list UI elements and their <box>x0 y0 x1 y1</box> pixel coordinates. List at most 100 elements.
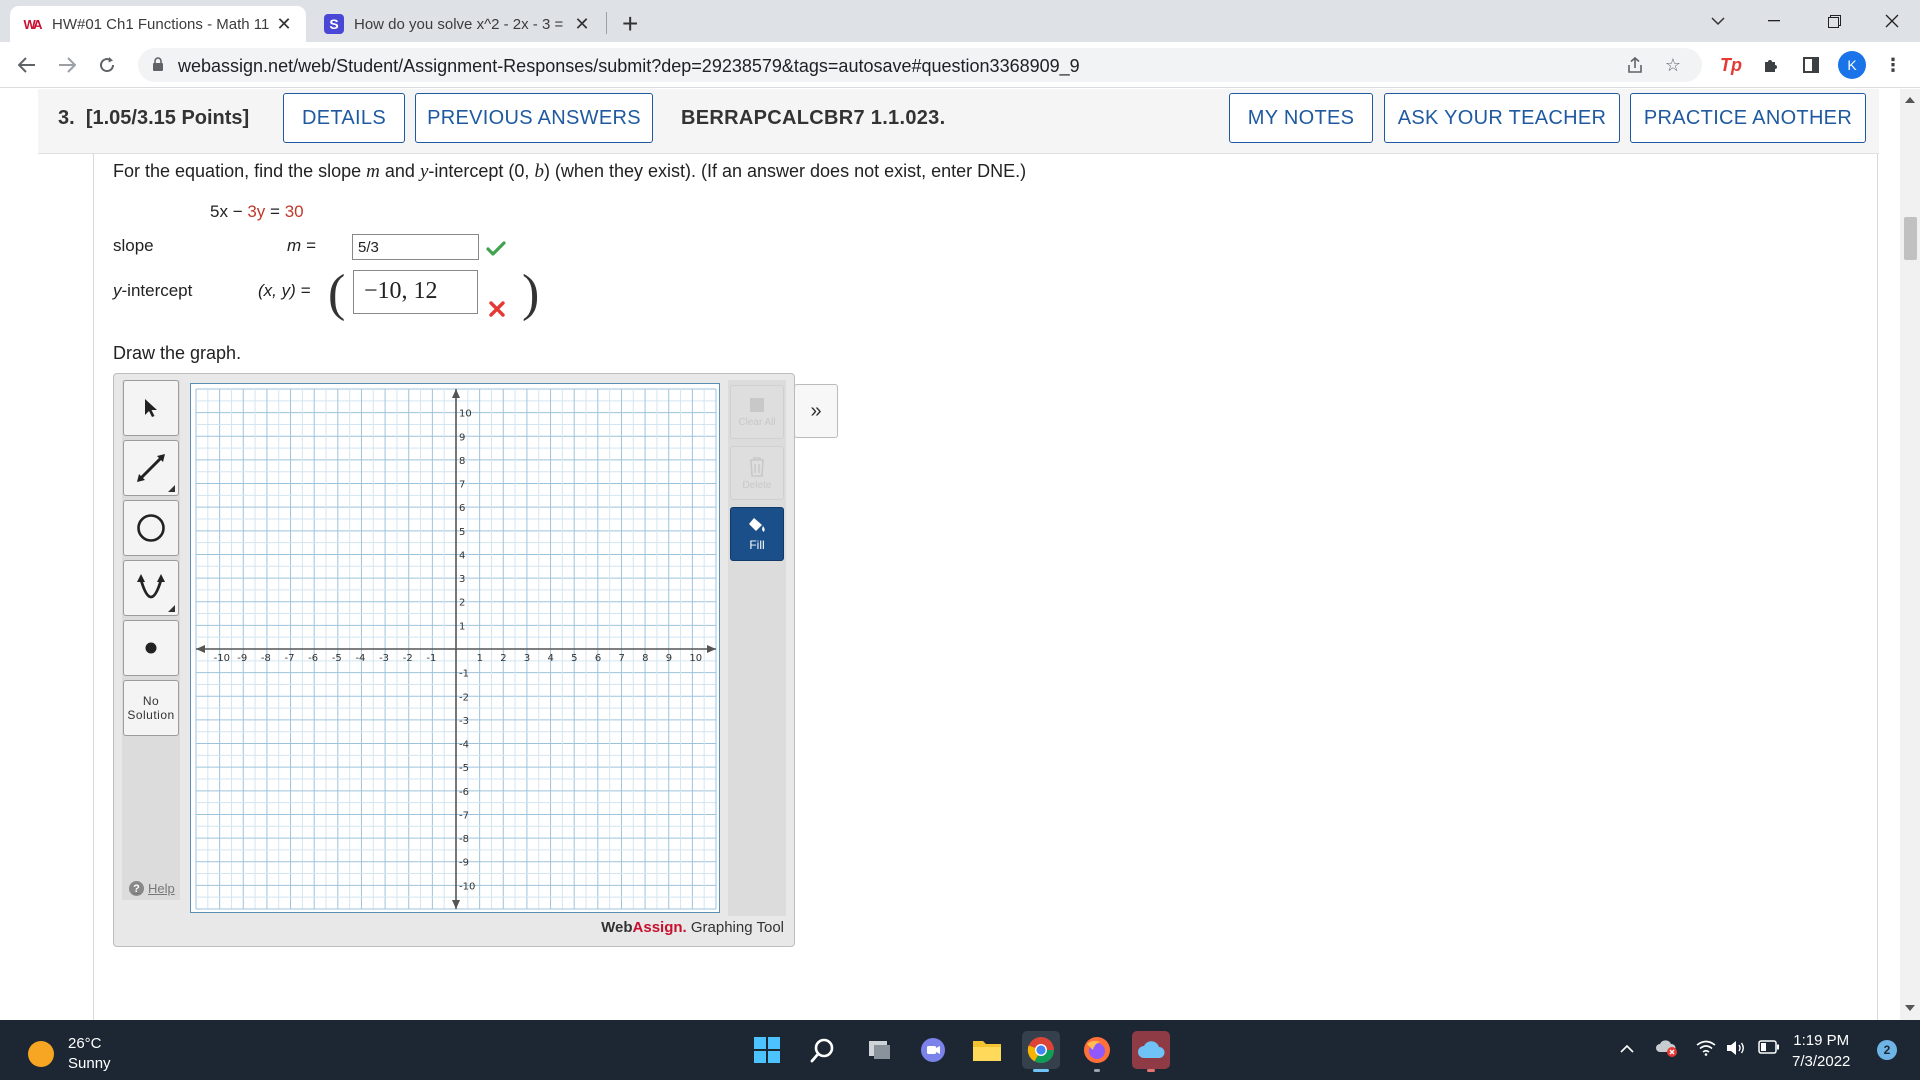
address-bar[interactable]: webassign.net/web/Student/Assignment-Res… <box>138 48 1702 82</box>
weather-condition: Sunny <box>68 1055 111 1072</box>
notification-badge[interactable]: 2 <box>1877 1040 1897 1060</box>
coordinate-plane[interactable]: -10 -9 -8 -7 -6 -5 -4 -3 -2 -1 1 2 3 4 5 6 7 8 9 10 -10 -9 -8 -… <box>191 384 721 914</box>
weather-widget[interactable]: 26°C Sunny <box>28 1034 111 1074</box>
select-tool-button[interactable] <box>123 380 179 436</box>
x-tick-label: -7 <box>285 653 295 664</box>
x-tick-label: -4 <box>355 653 365 664</box>
y-tick-label: -4 <box>459 740 469 751</box>
onedrive-error-icon[interactable] <box>1656 1038 1678 1063</box>
lock-icon[interactable] <box>152 57 164 71</box>
restore-icon[interactable] <box>1806 0 1862 42</box>
y-tick-label: 3 <box>459 574 465 585</box>
x-tick-label: -8 <box>261 653 271 664</box>
close-tab-icon[interactable]: ✕ <box>572 14 592 35</box>
point-tool-button[interactable] <box>123 620 179 676</box>
extensions-puzzle-icon[interactable] <box>1758 52 1784 78</box>
system-clock[interactable]: 1:19 PM 7/3/2022 <box>1792 1030 1850 1072</box>
back-icon[interactable] <box>12 50 42 80</box>
clock-time: 1:19 PM <box>1793 1032 1850 1049</box>
cloud-icon <box>1138 1041 1165 1058</box>
x-tick-label: 2 <box>500 653 506 664</box>
x-tick-label: -2 <box>403 653 413 664</box>
webassign-graphing-tool-brand: WebAssign. Graphing Tool <box>601 919 784 936</box>
start-button[interactable] <box>748 1031 786 1069</box>
volume-icon[interactable] <box>1726 1040 1746 1061</box>
y-tick-label: -5 <box>459 763 469 774</box>
show-hidden-icons-chevron[interactable] <box>1620 1040 1634 1058</box>
close-tab-icon[interactable]: ✕ <box>274 14 294 35</box>
file-explorer-button[interactable] <box>968 1031 1006 1069</box>
details-button[interactable]: DETAILS <box>283 93 405 143</box>
circle-tool-button[interactable] <box>123 500 179 556</box>
webassign-icon: WA <box>23 16 43 32</box>
close-window-icon[interactable] <box>1864 0 1920 42</box>
chrome-taskbar-button[interactable] <box>1022 1031 1060 1072</box>
fill-button[interactable]: Fill <box>730 507 784 561</box>
x-tick-label: 4 <box>548 653 554 664</box>
x-tick-label: -3 <box>379 653 389 664</box>
help-link[interactable]: ? Help <box>129 881 175 896</box>
x-tick-label: 10 <box>689 653 702 664</box>
tab-title: HW#01 Ch1 Functions - Math 11 <box>52 15 270 33</box>
y-tick-label: -7 <box>459 810 469 821</box>
forward-icon[interactable] <box>52 50 82 80</box>
tab-search-icon[interactable] <box>1690 0 1746 42</box>
clear-all-button[interactable]: Clear All <box>730 385 784 439</box>
bookmark-star-icon[interactable]: ☆ <box>1660 52 1686 78</box>
scrollbar-thumb[interactable] <box>1904 217 1917 260</box>
battery-icon[interactable] <box>1758 1040 1780 1059</box>
x-axis-arrow-right <box>707 645 716 653</box>
expand-panel-button[interactable]: » <box>794 384 838 438</box>
browser-tab-webassign[interactable]: WA HW#01 Ch1 Functions - Math 11 ✕ <box>10 6 306 42</box>
tab-separator <box>606 12 607 34</box>
delete-button[interactable]: Delete <box>730 446 784 500</box>
chrome-icon <box>1027 1037 1055 1064</box>
scroll-up-icon[interactable] <box>1905 97 1915 103</box>
minimize-icon[interactable] <box>1746 0 1802 42</box>
sun-icon <box>28 1041 54 1067</box>
search-taskbar-button[interactable] <box>804 1031 842 1069</box>
y-intercept-input[interactable]: −10, 12 <box>353 270 478 314</box>
y-tick-label: 9 <box>459 432 465 443</box>
slope-input[interactable] <box>352 234 479 260</box>
x-tick-label: 7 <box>618 653 624 664</box>
content-right-border <box>1877 153 1878 1020</box>
x-tick-label: 1 <box>477 653 483 664</box>
profile-avatar[interactable]: K <box>1838 51 1866 79</box>
search-icon <box>810 1038 834 1063</box>
graph-grid[interactable]: -10 -9 -8 -7 -6 -5 -4 -3 -2 -1 1 2 3 4 5 6 7 8 9 10 -10 -9 -8 -… <box>190 383 720 913</box>
windows-taskbar: 26°C Sunny 1:19 PM 7/3/2022 2 <box>0 1020 1920 1080</box>
paint-bucket-icon <box>749 518 765 532</box>
share-icon[interactable] <box>1622 52 1648 78</box>
practice-another-button[interactable]: PRACTICE ANOTHER <box>1630 93 1866 143</box>
content-left-border <box>93 153 94 1020</box>
line-tool-button[interactable] <box>123 440 179 496</box>
extension-tp-icon[interactable]: Tp <box>1718 52 1744 78</box>
ask-your-teacher-button[interactable]: ASK YOUR TEACHER <box>1384 93 1620 143</box>
scroll-down-icon[interactable] <box>1905 1005 1915 1011</box>
task-view-button[interactable] <box>860 1031 898 1069</box>
browser-tab-socratic[interactable]: S How do you solve x^2 - 2x - 3 = ✕ <box>312 6 604 42</box>
y-tick-label: 6 <box>459 503 465 514</box>
side-panel-icon[interactable] <box>1798 52 1824 78</box>
firefox-taskbar-button[interactable] <box>1078 1031 1116 1072</box>
graphing-tool: No Solution ? Help -10 -9 -8 -7 -6 -5 -4 -3 -2 -1 1 2… <box>113 373 795 947</box>
right-parenthesis: ) <box>522 265 540 322</box>
reload-icon[interactable] <box>92 50 122 80</box>
my-notes-button[interactable]: MY NOTES <box>1229 93 1373 143</box>
question-points: [1.05/3.15 Points] <box>85 107 250 129</box>
parabola-tool-button[interactable] <box>123 560 179 616</box>
tab-title: How do you solve x^2 - 2x - 3 = <box>354 15 564 33</box>
teams-chat-button[interactable] <box>914 1031 952 1069</box>
previous-answers-button[interactable]: PREVIOUS ANSWERS <box>415 93 653 143</box>
select-arrow-icon <box>145 399 157 417</box>
new-tab-icon[interactable]: + <box>622 8 638 40</box>
chrome-menu-icon[interactable]: ⋮ <box>1880 52 1906 78</box>
wifi-icon[interactable] <box>1696 1040 1716 1061</box>
y-tick-label: 7 <box>459 480 465 491</box>
windows-logo-icon <box>754 1037 780 1063</box>
cloud-app-taskbar-button[interactable] <box>1132 1031 1170 1072</box>
slope-label: slope <box>113 236 154 255</box>
no-solution-button[interactable]: No Solution <box>123 680 179 736</box>
page-scrollbar[interactable] <box>1900 89 1920 1020</box>
